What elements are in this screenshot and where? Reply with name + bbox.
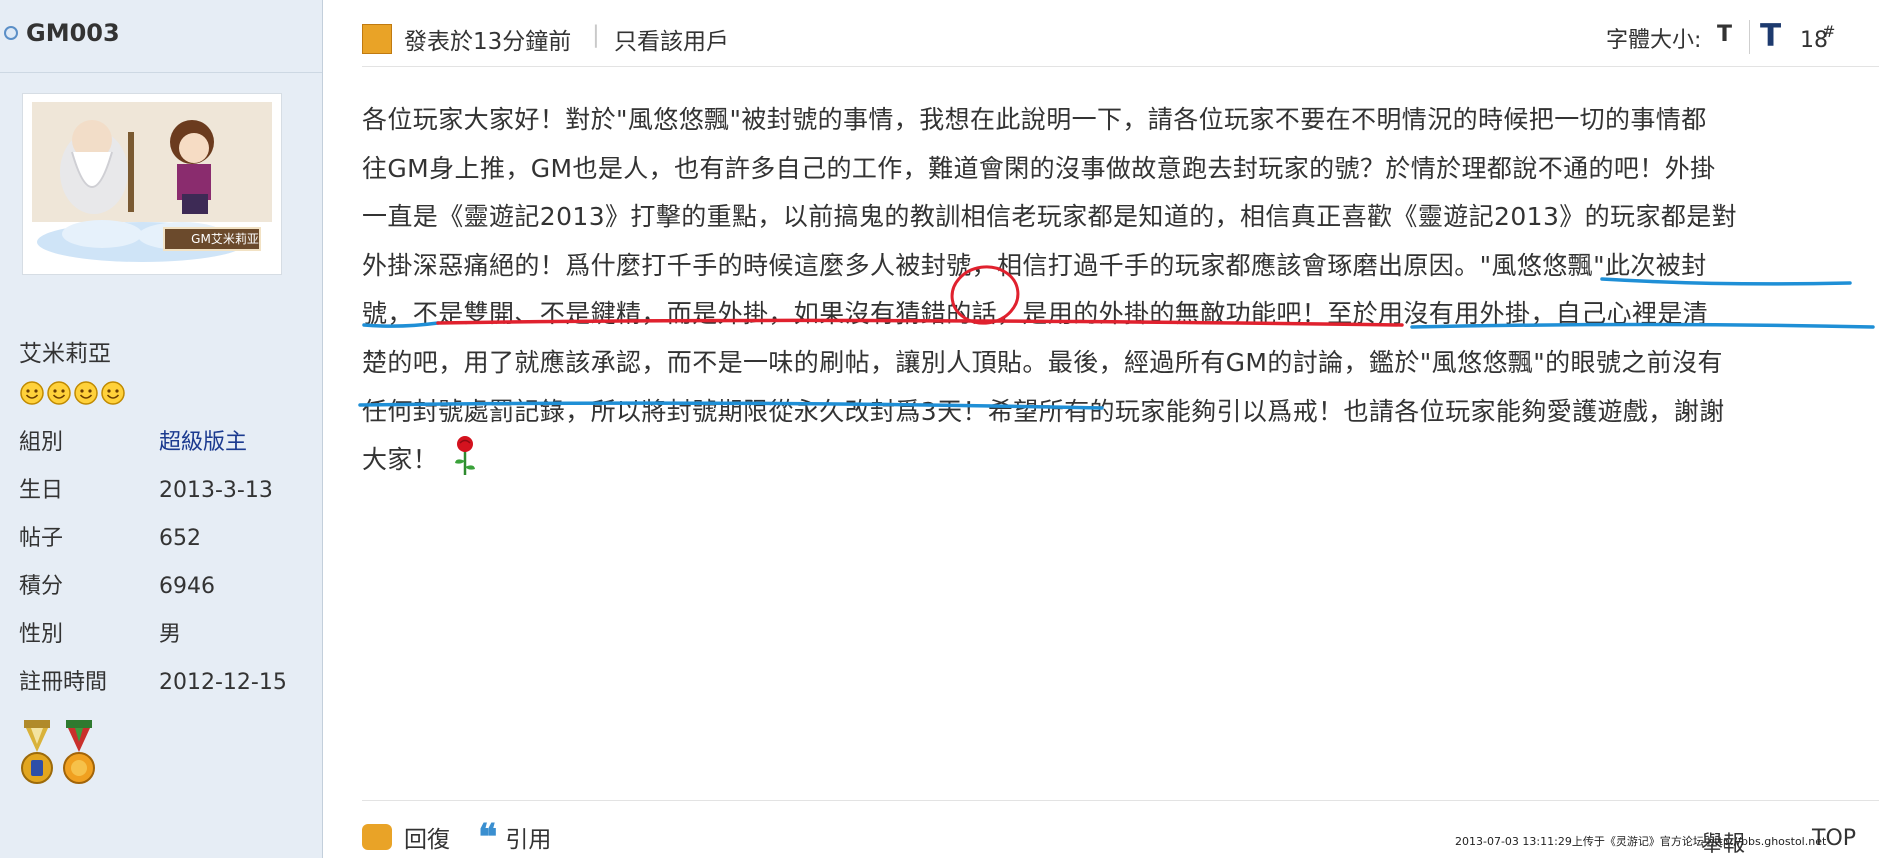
profile-key: 性別 (19, 622, 64, 647)
post-line: 往GM身上推，GM也是人，也有許多自己的工作，難道會閑的沒事做故意跑去封玩家的號… (362, 153, 1716, 183)
rose-icon (455, 436, 476, 476)
font-size-small-button[interactable]: T (1717, 22, 1732, 47)
header-divider (362, 66, 1879, 67)
profile-value: 2013-3-13 (159, 478, 273, 503)
post-line: 任何封號處罰記錄，所以將封號期限從永久改封爲3天！希望所有的玩家能夠引以爲戒！也… (362, 396, 1725, 426)
sidebar-divider (0, 72, 322, 73)
header-separator: | (592, 22, 600, 48)
user-sidebar: GM003 GM艾米莉亚 艾米莉亞 組別 超級版主 生日 2013-3-13 帖… (0, 0, 323, 858)
quote-label: 引用 (505, 827, 552, 853)
post-line: 號，不是雙開、不是鍵精，而是外掛，如果沒有猜錯的話，是用的外掛的無敵功能吧！至於… (362, 299, 1709, 329)
font-size-divider (1749, 20, 1750, 54)
only-this-user-link[interactable]: 只看該用戶 (614, 22, 729, 56)
upload-watermark: 2013-07-03 13:11:29上传于《灵游记》官方论坛 http://b… (1455, 835, 1827, 848)
post-header: 發表於13分鐘前 | 只看該用戶 字體大小: T T 18 # (362, 18, 1862, 56)
rank-smiley-icon (47, 381, 71, 405)
medal-list (20, 720, 96, 790)
floor-mark: # (1822, 22, 1836, 41)
post-line: 各位玩家大家好！對於"風悠悠飄"被封號的事情，我想在此說明一下，請各位玩家不要在… (362, 105, 1707, 134)
avatar[interactable]: GM艾米莉亚 (22, 93, 282, 275)
profile-value: 6946 (159, 574, 215, 599)
rank-smiley-icon (74, 381, 98, 405)
font-size-large-button[interactable]: T (1760, 18, 1781, 54)
post-line-text: 大家！ (362, 445, 439, 475)
post-line: 一直是《靈遊記2013》打擊的重點，以前搞鬼的教訓相信老玩家都是知道的，相信真正… (362, 202, 1738, 232)
profile-key: 積分 (19, 574, 64, 599)
avatar-caption: GM艾米莉亚 (191, 232, 259, 246)
profile-value-group-link[interactable]: 超級版主 (159, 427, 247, 459)
medal-icon[interactable] (62, 720, 96, 790)
post-author-icon (362, 24, 392, 54)
rank-smiley-icon (20, 381, 44, 405)
reply-label: 回復 (404, 827, 450, 853)
reply-button[interactable]: 回復 (362, 822, 450, 853)
rank-stars (20, 381, 125, 405)
profile-value: 男 (159, 622, 182, 647)
post-line: 外掛深惡痛絕的！爲什麼打千手的時候這麼多人被封號，相信打過千手的玩家都應該會琢磨… (362, 250, 1707, 280)
profile-key: 組別 (19, 430, 64, 455)
profile-key: 生日 (19, 478, 64, 503)
profile-key: 註冊時間 (19, 670, 108, 695)
profile-value: 2012-12-15 (159, 670, 287, 695)
post-line-last: 大家！ (362, 436, 1862, 485)
rank-smiley-icon (101, 381, 125, 405)
user-header: GM003 (0, 18, 120, 48)
username-link[interactable]: GM003 (26, 19, 120, 47)
quote-icon: ❝ (478, 816, 498, 858)
post-content: 各位玩家大家好！對於"風悠悠飄"被封號的事情，我想在此說明一下，請各位玩家不要在… (362, 96, 1862, 485)
font-size-label: 字體大小: (1606, 28, 1702, 53)
user-title: 艾米莉亞 (19, 341, 111, 367)
profile-value: 652 (159, 526, 201, 551)
reply-icon (362, 824, 392, 850)
medal-icon[interactable] (20, 720, 54, 790)
quote-button[interactable]: ❝ 引用 (478, 816, 552, 858)
profile-key: 帖子 (19, 526, 64, 551)
online-status-icon (4, 26, 18, 40)
post-line: 楚的吧，用了就應該承認，而不是一味的刷帖，讓別人頂貼。最後，經過所有GM的討論，… (362, 347, 1723, 377)
footer-divider (362, 800, 1879, 801)
post-time: 發表於13分鐘前 (404, 29, 572, 55)
